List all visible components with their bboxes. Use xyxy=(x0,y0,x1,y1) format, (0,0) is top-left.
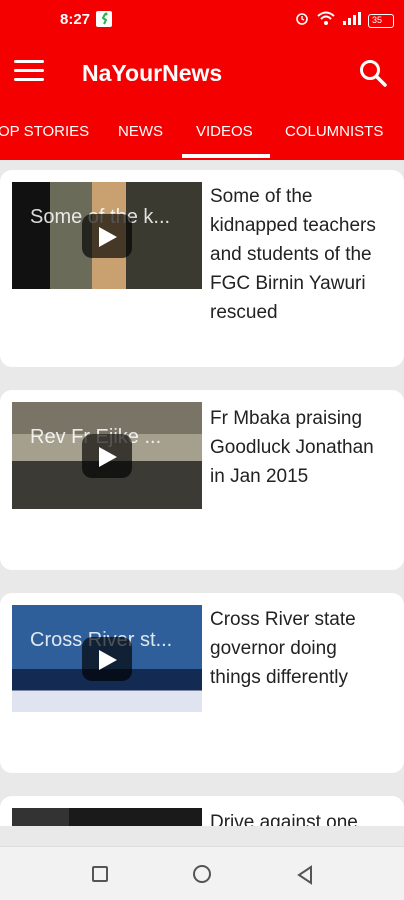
video-card[interactable]: Cross River st... Cross River state gove… xyxy=(0,593,404,773)
video-thumbnail[interactable]: Some of the k... xyxy=(12,182,202,289)
video-title[interactable]: Fr Mbaka praising Goodluck Jonathan in J… xyxy=(210,404,390,491)
search-icon xyxy=(360,60,387,87)
home-button[interactable] xyxy=(193,865,211,883)
play-button[interactable] xyxy=(82,214,132,258)
back-button[interactable] xyxy=(296,865,314,890)
tab-videos[interactable]: VIDEOS xyxy=(196,123,253,140)
list-bottom-fade xyxy=(0,826,404,846)
menu-button[interactable] xyxy=(14,60,44,88)
play-icon xyxy=(99,227,117,247)
app-title: NaYourNews xyxy=(82,60,223,86)
active-tab-indicator xyxy=(182,154,270,158)
video-title[interactable]: Cross River state governor doing things … xyxy=(210,605,390,692)
play-button[interactable] xyxy=(82,637,132,681)
video-thumbnail[interactable]: Cross River st... xyxy=(12,605,202,712)
video-card[interactable]: Some of the k... Some of the kidnapped t… xyxy=(0,170,404,367)
battery-level: 35 xyxy=(372,14,383,25)
video-card[interactable]: Rev Fr Ejike ... Fr Mbaka praising Goodl… xyxy=(0,390,404,570)
tab-top-stories[interactable]: OP STORIES xyxy=(0,123,89,140)
recents-button[interactable] xyxy=(92,866,108,882)
play-button[interactable] xyxy=(82,434,132,478)
activity-app-icon xyxy=(96,11,112,27)
alarm-icon xyxy=(294,10,310,31)
tab-news[interactable]: NEWS xyxy=(118,123,163,140)
app-bar: NaYourNews xyxy=(0,42,404,106)
menu-icon-line xyxy=(14,78,44,81)
category-tabs: OP STORIES NEWS VIDEOS COLUMNISTS xyxy=(0,106,404,160)
battery-icon: 35 xyxy=(368,13,394,28)
video-thumbnail[interactable]: Rev Fr Ejike ... xyxy=(12,402,202,509)
system-nav-bar xyxy=(0,846,404,900)
wifi-icon xyxy=(316,10,336,31)
play-icon xyxy=(99,650,117,670)
tab-columnists[interactable]: COLUMNISTS xyxy=(285,123,383,140)
status-bar: 8:27 35 xyxy=(0,0,404,42)
back-icon xyxy=(297,865,312,885)
signal-icon xyxy=(342,10,362,31)
menu-icon-line xyxy=(14,60,44,63)
status-time: 8:27 xyxy=(60,11,91,28)
search-button[interactable] xyxy=(358,58,388,88)
menu-icon-line xyxy=(14,69,44,72)
play-icon xyxy=(99,447,117,467)
video-title[interactable]: Some of the kidnapped teachers and stude… xyxy=(210,182,390,327)
